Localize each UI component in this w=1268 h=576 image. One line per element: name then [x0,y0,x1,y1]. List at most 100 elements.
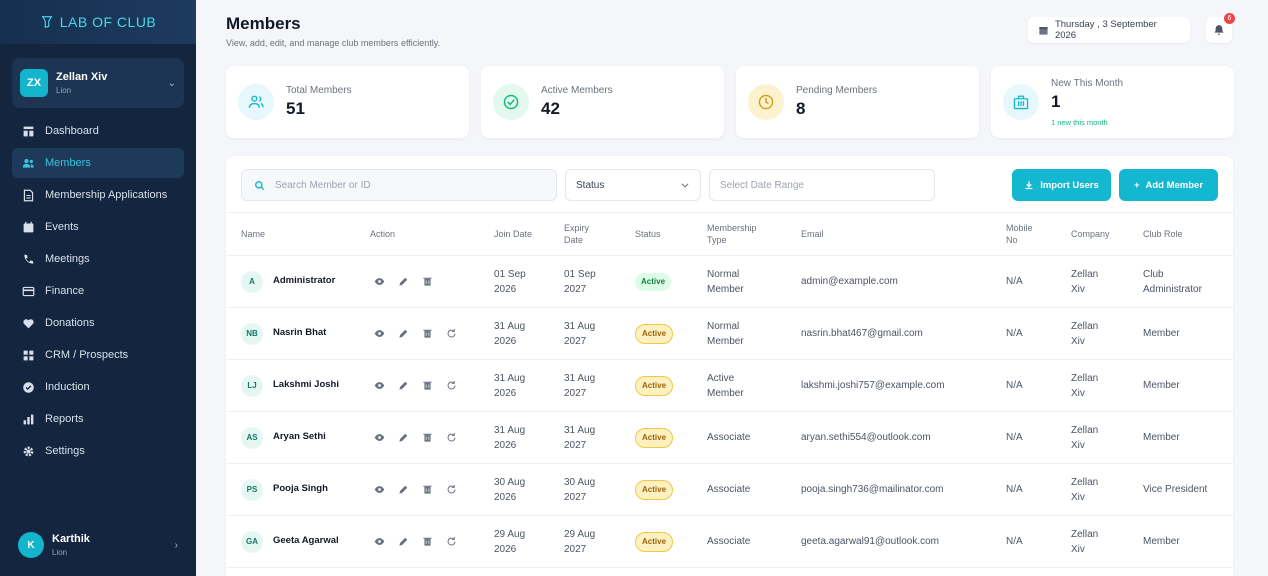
view-icon[interactable] [374,328,385,339]
member-email: pooja.singh736@mailinator.com [801,484,944,495]
member-cell: A Administrator [241,256,335,307]
member-avatar: LJ [241,374,263,397]
user-profile[interactable]: K Karthik Lion › [12,528,184,562]
sidebar-item-membership-applications[interactable]: Membership Applications [12,180,184,210]
notifications-button[interactable]: 6 [1206,13,1235,43]
table-row[interactable]: AS Aryan Sethi 31 Aug 2026 31 Aug 2027 Activ… [226,412,1233,464]
member-email: aryan.sethi554@outlook.com [801,432,931,443]
sidebar-item-dashboard[interactable]: Dashboard [12,116,184,146]
edit-icon[interactable] [398,276,409,287]
sidebar-item-events[interactable]: Events [12,212,184,242]
club-selector[interactable]: ZX Zellan Xiv Lion ⌄ [12,58,184,108]
member-club-role: Member [1143,328,1180,339]
delete-icon[interactable] [422,328,433,339]
edit-icon[interactable] [398,380,409,391]
member-mobile: N/A [1006,432,1023,443]
member-name[interactable]: Pooja Singh [273,482,328,496]
sidebar-item-induction[interactable]: Induction [12,372,184,402]
edit-icon[interactable] [398,328,409,339]
brand-logo[interactable]: LAB OF CLUB [0,0,196,44]
edit-icon[interactable] [398,432,409,443]
member-name[interactable]: Administrator [273,274,335,288]
renew-icon[interactable] [446,432,457,443]
table-row[interactable]: NB Nasrin Bhat 31 Aug 2026 31 Aug 2027 Activ… [226,308,1233,360]
row-actions [374,516,457,567]
view-icon[interactable] [374,484,385,495]
delete-icon[interactable] [422,276,433,287]
import-users-button[interactable]: Import Users [1012,169,1111,201]
renew-icon[interactable] [446,328,457,339]
member-avatar: A [241,270,263,293]
row-actions [374,256,433,307]
membership-type: Associate [707,484,751,495]
member-name[interactable]: Aryan Sethi [273,430,326,444]
check-circle-icon [493,84,529,120]
col-join-date[interactable]: Join Date [494,213,532,257]
sidebar-item-label: Events [45,221,79,233]
membership-type: Associate [707,536,751,547]
col-email[interactable]: Email [801,213,824,257]
member-avatar: NB [241,322,263,345]
status-cell: Active [635,412,674,463]
date-range-input[interactable]: Select Date Range [709,169,935,201]
status-select[interactable]: Status [565,169,701,201]
member-name[interactable]: Nasrin Bhat [273,326,326,340]
sidebar-item-donations[interactable]: Donations [12,308,184,338]
edit-icon[interactable] [398,484,409,495]
sidebar-item-reports[interactable]: Reports [12,404,184,434]
renew-icon[interactable] [446,536,457,547]
delete-icon[interactable] [422,432,433,443]
sidebar-item-finance[interactable]: Finance [12,276,184,306]
col-club-role[interactable]: Club Role [1143,213,1183,257]
add-member-button[interactable]: + Add Member [1119,169,1218,201]
member-company: Zellan Xiv [1071,476,1099,503]
status-cell: Active [635,464,674,515]
col-name[interactable]: Name [241,213,265,257]
delete-icon[interactable] [422,380,433,391]
stat-label: Pending Members [796,85,878,96]
sidebar-item-members[interactable]: Members [12,148,184,178]
col-membership-type[interactable]: Membership Type [707,213,767,257]
col-company[interactable]: Company [1071,213,1110,257]
view-icon[interactable] [374,536,385,547]
col-action: Action [370,229,396,240]
member-company: Zellan Xiv [1071,372,1099,399]
stat-value: 1 [1051,91,1061,111]
table-row[interactable]: GA Geeta Agarwal 29 Aug 2026 29 Aug 2027 Act… [226,516,1233,568]
member-mobile: N/A [1006,380,1023,391]
join-date: 31 Aug 2026 [494,320,526,347]
member-name[interactable]: Geeta Agarwal [273,534,339,548]
delete-icon[interactable] [422,484,433,495]
col-mobile[interactable]: Mobile No [1006,213,1040,257]
sidebar-item-crm-prospects[interactable]: CRM / Prospects [12,340,184,370]
delete-icon[interactable] [422,536,433,547]
expiry-date: 01 Sep 2027 [564,268,596,295]
member-mobile: N/A [1006,328,1023,339]
table-row[interactable]: A Administrator 01 Sep 2026 01 Sep 2027 Acti… [226,256,1233,308]
renew-icon[interactable] [446,484,457,495]
member-name[interactable]: Lakshmi Joshi [273,378,339,392]
applications-icon [23,189,34,201]
edit-icon[interactable] [398,536,409,547]
member-club-role: Member [1143,380,1180,391]
expiry-date: 31 Aug 2027 [564,372,596,399]
expiry-date: 31 Aug 2027 [564,320,596,347]
status-badge: Active [635,375,674,396]
sidebar-item-meetings[interactable]: Meetings [12,244,184,274]
expiry-date: 30 Aug 2027 [564,476,596,503]
col-status[interactable]: Status [635,213,661,257]
member-avatar: GA [241,530,263,553]
club-name: Zellan Xiv [56,71,108,83]
status-cell: Active [635,360,674,411]
view-icon[interactable] [374,276,385,287]
chevron-right-icon: › [174,539,178,551]
search-input[interactable]: Search Member or ID [241,169,557,201]
table-row[interactable]: LJ Lakshmi Joshi 31 Aug 2026 31 Aug 2027 Act… [226,360,1233,412]
member-email: lakshmi.joshi757@example.com [801,380,945,391]
view-icon[interactable] [374,380,385,391]
sidebar-item-settings[interactable]: Settings [12,436,184,466]
view-icon[interactable] [374,432,385,443]
table-row[interactable]: PS Pooja Singh 30 Aug 2026 30 Aug 2027 Activ… [226,464,1233,516]
col-expiry-date[interactable]: Expiry Date [564,213,604,257]
renew-icon[interactable] [446,380,457,391]
